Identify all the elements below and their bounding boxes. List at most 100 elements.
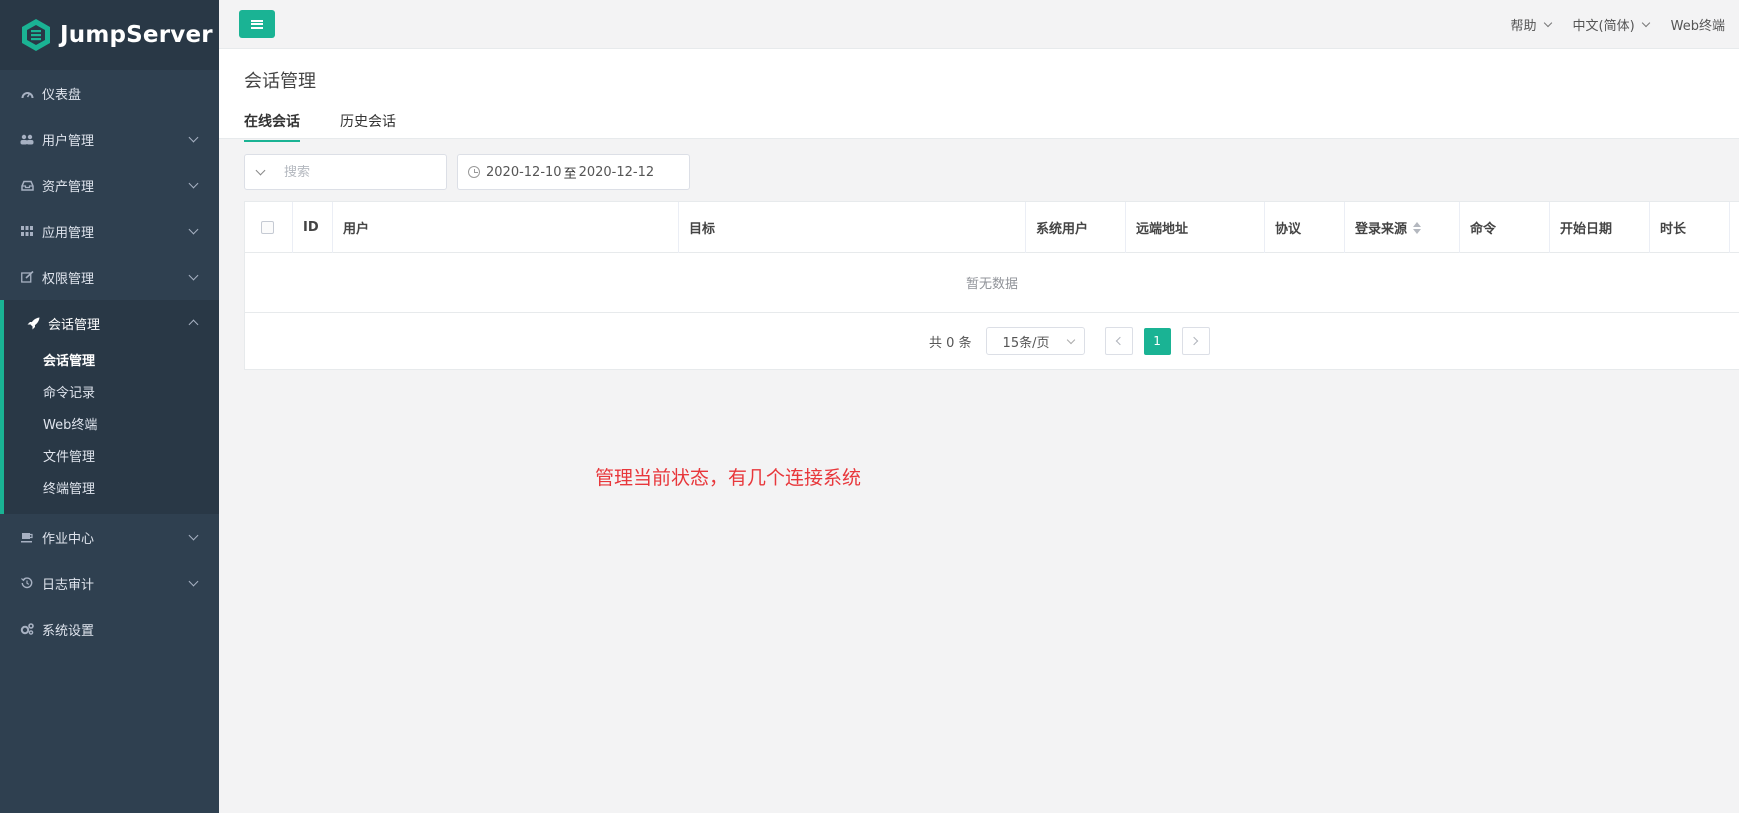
page-number-current[interactable]: 1	[1143, 327, 1171, 355]
chevron-down-icon	[188, 270, 199, 281]
chevron-down-icon	[188, 576, 199, 587]
history-icon	[20, 576, 34, 590]
web-terminal-label: Web终端	[1670, 19, 1725, 34]
sidebar-item-label: 应用管理	[42, 225, 95, 241]
pagination: 共 0 条 15条/页 1	[245, 313, 1739, 369]
column-header-label: 登录来源	[1355, 222, 1408, 237]
sidebar-toggle-button[interactable]	[239, 10, 275, 38]
sidebar: JumpServer 仪表盘 用户管理 资产管理 应用管理 权限管理 会话管理 …	[0, 0, 219, 813]
tab-history-sessions[interactable]: 历史会话	[340, 111, 396, 142]
sidebar-item-settings[interactable]: 系统设置	[0, 606, 219, 652]
menu-bars-icon	[251, 19, 263, 29]
brand-name: JumpServer	[60, 22, 213, 48]
date-range-picker[interactable]: 2020-12-10 至 2020-12-12	[457, 154, 690, 190]
sidebar-item-label: 日志审计	[42, 577, 95, 593]
session-tabs: 在线会话 历史会话	[244, 111, 396, 142]
sidebar-item-label: 权限管理	[42, 271, 95, 287]
date-start: 2020-12-10	[486, 164, 562, 180]
language-label: 中文(简体)	[1572, 19, 1635, 34]
chevron-down-icon	[188, 530, 199, 541]
sidebar-item-label: 作业中心	[42, 531, 95, 547]
sidebar-item-audit-logs[interactable]: 日志审计	[0, 560, 219, 606]
page-size-value: 15条/页	[1002, 335, 1050, 351]
submenu-item-session-management[interactable]: 会话管理	[4, 346, 219, 378]
column-header-target[interactable]: 目标	[679, 202, 1026, 253]
sidebar-menu: 仪表盘 用户管理 资产管理 应用管理 权限管理	[0, 70, 219, 300]
submenu-item-web-terminal[interactable]: Web终端	[4, 410, 219, 442]
sidebar-item-users[interactable]: 用户管理	[0, 116, 219, 162]
help-label: 帮助	[1510, 19, 1537, 34]
column-header-duration[interactable]: 时长	[1650, 202, 1730, 253]
submenu-item-command-records[interactable]: 命令记录	[4, 378, 219, 410]
sessions-table: ID 用户 目标 系统用户 远端地址 协议 登录来源 命令 开始日期 时长 暂无…	[244, 201, 1739, 370]
prev-page-button[interactable]	[1104, 327, 1133, 355]
sidebar-menu-lower: 作业中心 日志审计 系统设置	[0, 514, 219, 652]
jumpserver-logo-icon	[22, 19, 50, 51]
column-header-remote-addr[interactable]: 远端地址	[1126, 202, 1265, 253]
chevron-left-icon	[1115, 336, 1125, 346]
page-title: 会话管理	[244, 71, 316, 92]
column-header-user[interactable]: 用户	[333, 202, 679, 253]
sidebar-item-permissions[interactable]: 权限管理	[0, 254, 219, 300]
sidebar-item-label: 仪表盘	[42, 87, 82, 103]
sidebar-group-sessions: 会话管理 会话管理 命令记录 Web终端 文件管理 终端管理	[0, 300, 219, 514]
sidebar-item-jobs[interactable]: 作业中心	[0, 514, 219, 560]
chevron-down-icon[interactable]	[255, 165, 266, 175]
chevron-right-icon	[1189, 336, 1199, 346]
clock-icon	[468, 166, 480, 178]
sidebar-item-sessions[interactable]: 会话管理	[4, 300, 219, 346]
submenu-item-file-management[interactable]: 文件管理	[4, 442, 219, 474]
column-header-start-date[interactable]: 开始日期	[1550, 202, 1650, 253]
gears-icon	[20, 622, 34, 636]
sort-icon[interactable]	[1413, 221, 1422, 234]
sidebar-item-label: 系统设置	[42, 623, 95, 639]
chevron-down-icon	[188, 178, 199, 189]
web-terminal-link[interactable]: Web终端	[1671, 15, 1725, 34]
grid-icon	[20, 224, 34, 238]
select-all-checkbox[interactable]	[261, 221, 274, 234]
select-all-cell	[245, 202, 293, 253]
total-count: 共 0 条	[929, 335, 972, 351]
chevron-down-icon	[1641, 18, 1650, 27]
sidebar-item-label: 资产管理	[42, 179, 95, 195]
inbox-icon	[20, 178, 34, 192]
column-header-protocol[interactable]: 协议	[1265, 202, 1345, 253]
column-header-login-from[interactable]: 登录来源	[1345, 202, 1460, 253]
top-right-links: 帮助 中文(简体) Web终端	[1510, 0, 1725, 49]
rocket-icon	[26, 316, 40, 330]
coffee-icon	[20, 530, 34, 544]
tab-online-sessions[interactable]: 在线会话	[244, 111, 300, 142]
chevron-down-icon	[1543, 18, 1552, 27]
sidebar-item-label: 用户管理	[42, 133, 95, 149]
table-header: ID 用户 目标 系统用户 远端地址 协议 登录来源 命令 开始日期 时长	[245, 202, 1739, 253]
page-size-select[interactable]: 15条/页	[985, 327, 1085, 355]
help-dropdown[interactable]: 帮助	[1510, 15, 1552, 34]
chevron-down-icon	[188, 132, 199, 143]
dashboard-icon	[20, 86, 34, 100]
column-header-id[interactable]: ID	[293, 202, 333, 253]
search-input[interactable]	[284, 164, 434, 180]
sidebar-item-dashboard[interactable]: 仪表盘	[0, 70, 219, 116]
logo[interactable]: JumpServer	[0, 0, 219, 70]
column-header-command[interactable]: 命令	[1460, 202, 1550, 253]
search-box	[244, 154, 447, 190]
chevron-up-icon	[188, 319, 199, 330]
sidebar-item-assets[interactable]: 资产管理	[0, 162, 219, 208]
chevron-down-icon	[188, 224, 199, 235]
language-dropdown[interactable]: 中文(简体)	[1572, 15, 1650, 34]
empty-table-message: 暂无数据	[245, 253, 1739, 313]
column-header-system-user[interactable]: 系统用户	[1026, 202, 1126, 253]
date-end: 2020-12-12	[578, 164, 655, 180]
submenu-item-terminal-management[interactable]: 终端管理	[4, 474, 219, 506]
top-navbar: 帮助 中文(简体) Web终端	[219, 0, 1739, 49]
chevron-down-icon	[1066, 335, 1075, 345]
edit-icon	[20, 270, 34, 284]
sessions-submenu: 会话管理 命令记录 Web终端 文件管理 终端管理	[4, 346, 219, 514]
sidebar-item-applications[interactable]: 应用管理	[0, 208, 219, 254]
date-separator: 至	[563, 166, 577, 182]
users-icon	[20, 132, 34, 146]
sidebar-item-label: 会话管理	[48, 317, 101, 333]
next-page-button[interactable]	[1181, 327, 1210, 355]
annotation-text: 管理当前状态，有几个连接系统	[595, 467, 862, 489]
page-header: 会话管理 在线会话 历史会话	[219, 49, 1739, 142]
